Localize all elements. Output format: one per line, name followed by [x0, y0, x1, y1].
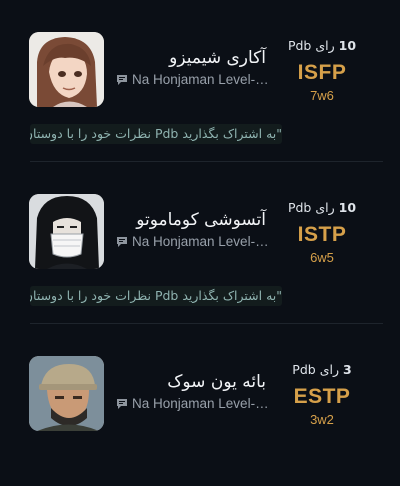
mbti-type: ISFP: [297, 61, 347, 84]
profile-avatar[interactable]: [29, 32, 104, 107]
profile-name[interactable]: آکاری شیمیزو: [169, 48, 266, 68]
votes-suffix: رای Pdb: [287, 200, 335, 215]
chat-bubble-icon: [116, 74, 128, 89]
profile-avatar[interactable]: [29, 356, 104, 431]
enneagram-type: 7w6: [310, 88, 334, 103]
votes-count: 3 رای Pdb: [282, 362, 362, 377]
profile-avatar[interactable]: [29, 194, 104, 269]
enneagram-type: 6w5: [310, 250, 334, 265]
votes-count: 10 رای Pdb: [282, 38, 362, 53]
profile-source[interactable]: Na Honjaman Level-Up...: [116, 234, 276, 251]
profile-source[interactable]: Na Honjaman Level-Up...: [116, 72, 276, 89]
profile-name[interactable]: آتسوشی کوماموتو: [136, 210, 266, 230]
enneagram-type: 3w2: [310, 412, 334, 427]
profile-list: آکاری شیمیزو Na Honjaman Level-Up... 10 …: [0, 0, 400, 438]
votes-suffix: رای Pdb: [287, 38, 335, 53]
profile-card[interactable]: آتسوشی کوماموتو Na Honjaman Level-Up... …: [0, 162, 400, 324]
mbti-type: ESTP: [293, 385, 351, 408]
profile-source[interactable]: Na Honjaman Level-Up...: [116, 396, 276, 413]
profile-name[interactable]: بائه یون سوک: [167, 372, 266, 392]
profile-card[interactable]: بائه یون سوک Na Honjaman Level-Up... 3 ر…: [0, 324, 400, 486]
share-prompt[interactable]: "به اشتراک بگذارید Pdb نظرات خود را با د…: [30, 124, 282, 144]
votes-suffix: رای Pdb: [292, 362, 339, 377]
mbti-type: ISTP: [297, 223, 347, 246]
chat-bubble-icon: [116, 398, 128, 413]
votes-number: 10: [338, 200, 357, 215]
profile-source-label: Na Honjaman Level-Up...: [132, 396, 276, 411]
votes-number: 10: [338, 38, 357, 53]
votes-count: 10 رای Pdb: [282, 200, 362, 215]
share-prompt[interactable]: "به اشتراک بگذارید Pdb نظرات خود را با د…: [30, 286, 282, 306]
profile-card[interactable]: آکاری شیمیزو Na Honjaman Level-Up... 10 …: [0, 0, 400, 162]
profile-source-label: Na Honjaman Level-Up...: [132, 72, 276, 87]
votes-number: 3: [342, 362, 352, 377]
profile-source-label: Na Honjaman Level-Up...: [132, 234, 276, 249]
chat-bubble-icon: [116, 236, 128, 251]
